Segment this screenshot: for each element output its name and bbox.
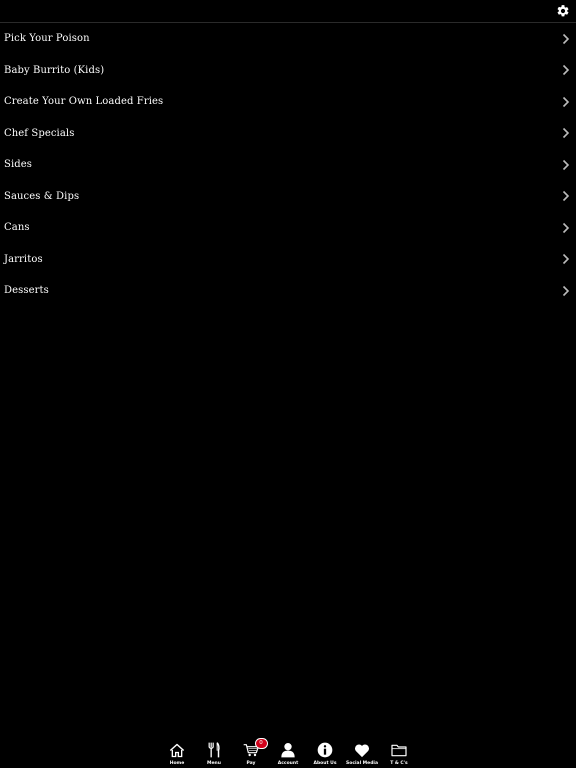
settings-button[interactable] <box>556 4 570 18</box>
category-item-loaded-fries[interactable]: Create Your Own Loaded Fries <box>0 86 576 118</box>
chevron-right-icon <box>562 222 570 234</box>
chevron-right-icon <box>562 159 570 171</box>
gear-icon <box>556 4 570 18</box>
chevron-right-icon <box>562 127 570 139</box>
category-label: Create Your Own Loaded Fries <box>4 96 164 108</box>
tab-pay[interactable]: 0 Pay <box>233 738 270 768</box>
tab-label: Home <box>169 761 185 766</box>
tab-label: About Us <box>313 761 337 766</box>
category-label: Jarritos <box>4 253 43 265</box>
cutlery-icon <box>206 742 222 758</box>
folder-icon <box>391 742 407 758</box>
tab-label: T & C's <box>390 761 408 766</box>
category-item-chef-specials[interactable]: Chef Specials <box>0 118 576 150</box>
category-item-pick-your-poison[interactable]: Pick Your Poison <box>0 23 576 55</box>
tab-about-us[interactable]: About Us <box>307 738 344 768</box>
heart-icon <box>354 742 370 758</box>
tab-terms[interactable]: T & C's <box>381 738 418 768</box>
bottom-tab-bar: Home Menu 0 Pay Account About Us Social … <box>0 738 576 768</box>
chevron-right-icon <box>562 190 570 202</box>
category-item-desserts[interactable]: Desserts <box>0 275 576 307</box>
tab-account[interactable]: Account <box>270 738 307 768</box>
category-list: Pick Your Poison Baby Burrito (Kids) Cre… <box>0 23 576 307</box>
top-bar <box>0 0 576 23</box>
category-label: Chef Specials <box>4 127 75 139</box>
category-item-jarritos[interactable]: Jarritos <box>0 244 576 276</box>
chevron-right-icon <box>562 285 570 297</box>
cart-count-badge: 0 <box>254 738 268 749</box>
home-icon <box>169 742 185 758</box>
tab-label: Social Media <box>345 761 379 766</box>
chevron-right-icon <box>562 96 570 108</box>
category-item-baby-burrito[interactable]: Baby Burrito (Kids) <box>0 55 576 87</box>
tab-home[interactable]: Home <box>159 738 196 768</box>
tab-label: Account <box>277 761 299 766</box>
tab-label: Menu <box>207 761 221 766</box>
category-label: Sides <box>4 159 32 171</box>
tab-menu[interactable]: Menu <box>196 738 233 768</box>
info-icon <box>317 742 333 758</box>
tab-label: Pay <box>246 761 256 766</box>
chevron-right-icon <box>562 33 570 45</box>
category-item-sides[interactable]: Sides <box>0 149 576 181</box>
category-item-cans[interactable]: Cans <box>0 212 576 244</box>
category-item-sauces-dips[interactable]: Sauces & Dips <box>0 181 576 213</box>
category-label: Baby Burrito (Kids) <box>4 64 105 76</box>
user-icon <box>280 742 296 758</box>
category-label: Cans <box>4 222 30 234</box>
category-label: Desserts <box>4 285 49 297</box>
tab-social-media[interactable]: Social Media <box>344 738 381 768</box>
chevron-right-icon <box>562 64 570 76</box>
category-label: Pick Your Poison <box>4 33 90 45</box>
category-label: Sauces & Dips <box>4 190 80 202</box>
chevron-right-icon <box>562 253 570 265</box>
